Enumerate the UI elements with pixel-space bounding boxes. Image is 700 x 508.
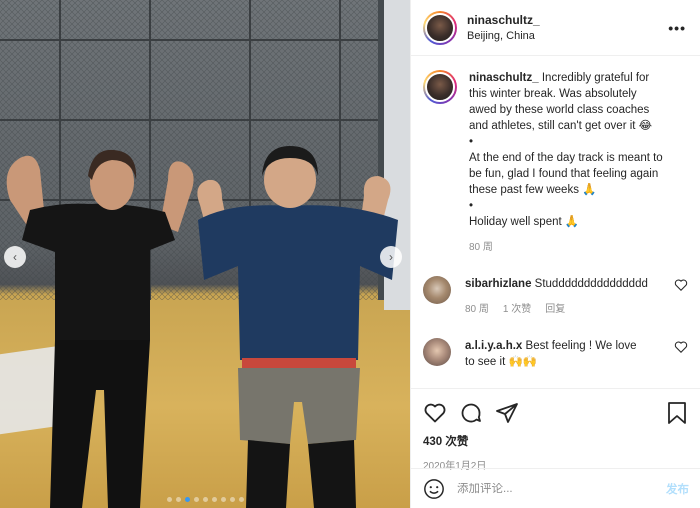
post-comment-button[interactable]: 发布 [666,481,689,497]
comments-section: ninaschultz_ Incredibly grateful for thi… [411,56,700,388]
share-send-icon[interactable] [495,401,519,425]
athlete-right [197,146,398,508]
post-location[interactable]: Beijing, China [467,30,668,42]
caption-username[interactable]: ninaschultz_ [469,72,539,84]
comment-like-icon[interactable] [674,340,688,354]
comment-bubble-icon[interactable] [459,401,483,425]
comment-time: 80 周 [465,304,489,315]
carousel-indicator [0,497,410,502]
carousel-dot [211,497,217,502]
caption-text: At the end of the day track is meant to [469,152,663,164]
carousel-dot [166,497,172,502]
post-view: ‹ › ninaschultz_ Beijing, China ••• nina… [0,0,700,508]
caption-text: • [469,136,474,148]
comment-input[interactable] [457,482,666,495]
like-heart-icon[interactable] [423,401,447,425]
caption-text: Incredibly grateful for [541,72,650,84]
commenter-avatar[interactable] [423,338,451,366]
comment-reply-button[interactable]: 回复 [545,302,565,318]
comment-text: to see it 🙌🙌 [465,356,538,368]
comment-item: a.l.i.y.a.h.x Best feeling ! We love to … [423,338,688,370]
caption-text: and athletes, still can't get over it 😂 [469,120,653,132]
carousel-dot [238,497,244,502]
comment-text: Studdddddddddddddd [534,278,648,290]
caption-text: Holiday well spent 🙏 [469,216,580,228]
more-options-icon[interactable]: ••• [668,20,686,36]
commenter-username[interactable]: sibarhizlane [465,278,531,290]
carousel-dot [229,497,235,502]
post-caption: ninaschultz_ Incredibly grateful for thi… [423,70,688,256]
comment-text: Best feeling ! We love [525,340,637,352]
save-bookmark-icon[interactable] [666,401,688,425]
post-header: ninaschultz_ Beijing, China ••• [411,0,700,56]
post-photo[interactable]: ‹ › [0,0,410,508]
caption-text: this winter break. Was absolutely [469,88,637,100]
caption-text: awed by these world class coaches [469,104,650,116]
author-avatar[interactable] [423,10,457,45]
caption-text: • [469,200,474,212]
caption-text: these past few weeks 🙏 [469,184,597,196]
comment-item: sibarhizlane Studdddddddddddddd 80 周 1 次… [423,276,688,318]
commenter-username[interactable]: a.l.i.y.a.h.x [465,340,522,352]
carousel-next-button[interactable]: › [380,246,402,268]
carousel-dot [202,497,208,502]
caption-text: be fun, glad I found that feeling again [469,168,659,180]
comment-like-icon[interactable] [674,278,688,292]
caption-time: 80 周 [469,242,493,253]
athlete-left [6,149,194,508]
carousel-dot [193,497,199,502]
like-count[interactable]: 430 次赞 [423,433,688,449]
author-username[interactable]: ninaschultz_ [467,13,668,27]
comment-like-count[interactable]: 1 次赞 [503,302,531,318]
caption-avatar[interactable] [423,70,457,104]
commenter-avatar[interactable] [423,276,451,304]
add-comment-bar: 发布 [411,468,700,508]
carousel-dot [175,497,181,502]
carousel-dot [184,497,190,502]
carousel-prev-button[interactable]: ‹ [4,246,26,268]
emoji-icon[interactable] [423,478,445,500]
carousel-dot [220,497,226,502]
post-sidebar: ninaschultz_ Beijing, China ••• ninaschu… [410,0,700,508]
